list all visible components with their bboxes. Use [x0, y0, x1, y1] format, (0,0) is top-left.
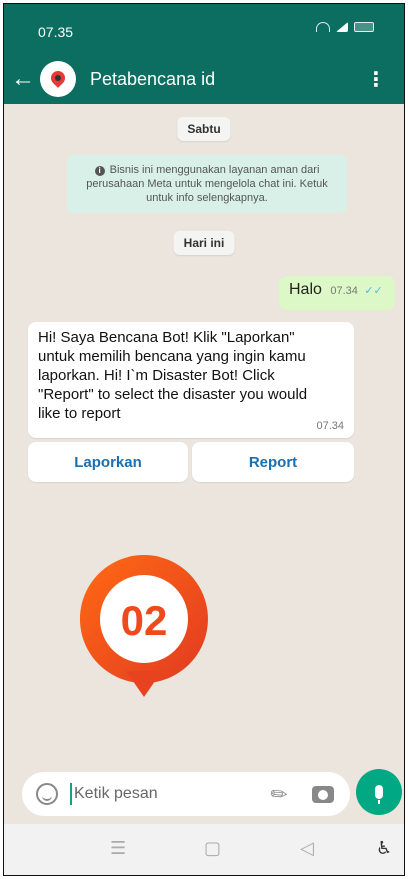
contact-name[interactable]: Petabencana id — [90, 69, 215, 90]
outgoing-message-time: 07.34 — [330, 285, 358, 297]
back-nav-icon[interactable]: ◁ — [300, 838, 314, 859]
read-receipt-icon: ✓✓ — [364, 285, 383, 297]
badge-pointer — [126, 671, 162, 697]
message-placeholder: Ketik pesan — [74, 785, 158, 802]
battery-icon — [354, 22, 374, 32]
map-pin-icon — [48, 68, 68, 88]
outgoing-message[interactable]: Halo 07.34 ✓✓ — [279, 276, 395, 310]
mic-icon — [375, 785, 383, 804]
more-options-icon[interactable]: ⋮ — [366, 67, 386, 92]
home-icon[interactable]: ▢ — [204, 838, 221, 859]
chat-header: ← Petabencana id ⋮ — [4, 54, 404, 104]
wifi-icon — [316, 22, 330, 32]
text-cursor — [70, 783, 72, 805]
signal-icon — [336, 22, 348, 32]
system-nav-bar: ☰ ▢ ◁ ♿ — [4, 824, 404, 875]
attach-icon[interactable]: ✎ — [265, 779, 294, 809]
status-icons — [316, 22, 374, 32]
avatar[interactable] — [40, 61, 76, 97]
badge-number: 02 — [121, 597, 168, 644]
incoming-message-text: Hi! Saya Bencana Bot! Klik "Laporkan" un… — [38, 329, 308, 422]
emoji-icon[interactable] — [36, 783, 58, 805]
status-bar: 07.35 — [4, 4, 404, 54]
camera-icon[interactable] — [312, 785, 334, 803]
date-separator-day: Sabtu — [177, 117, 231, 141]
quick-reply-laporkan-button[interactable]: Laporkan — [28, 442, 188, 482]
accessibility-icon[interactable]: ♿ — [376, 838, 392, 859]
quick-reply-report-button[interactable]: Report — [192, 442, 354, 482]
composer-bar: Ketik pesan ✎ — [4, 764, 404, 824]
chat-area[interactable]: Sabtu i Bisnis ini menggunakan layanan a… — [4, 104, 404, 764]
incoming-message-time: 07.34 — [316, 420, 344, 432]
mic-button[interactable] — [356, 769, 402, 815]
outgoing-message-text: Halo — [289, 281, 322, 298]
recents-icon[interactable]: ☰ — [110, 838, 126, 859]
message-input[interactable]: Ketik pesan ✎ — [22, 772, 350, 816]
status-time: 07.35 — [38, 24, 74, 40]
date-separator-today: Hari ini — [173, 231, 235, 255]
info-icon: i — [94, 166, 105, 176]
phone-frame: 07.35 ← Petabencana id ⋮ Sabtu i Bisnis … — [3, 3, 405, 876]
step-badge: 02 — [79, 555, 208, 697]
incoming-message[interactable]: Hi! Saya Bencana Bot! Klik "Laporkan" un… — [28, 322, 354, 438]
notice-text: Bisnis ini menggunakan layanan aman dari… — [86, 164, 328, 204]
encryption-notice[interactable]: i Bisnis ini menggunakan layanan aman da… — [67, 155, 347, 213]
back-arrow-icon[interactable]: ← — [8, 65, 38, 93]
